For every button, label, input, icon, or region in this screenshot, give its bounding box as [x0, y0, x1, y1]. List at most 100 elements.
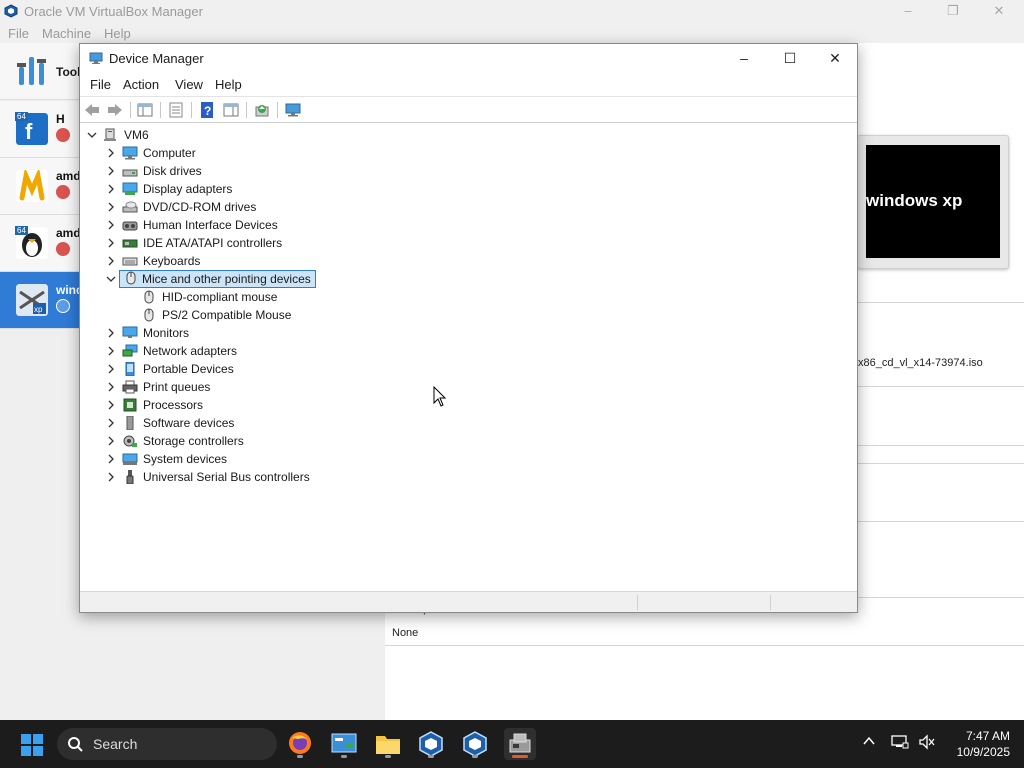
show-hidden-icons-icon[interactable]	[862, 734, 876, 748]
vbox-minimize-button[interactable]: –	[897, 2, 919, 20]
network-icon[interactable]	[891, 734, 909, 750]
tree-category[interactable]: Network adapters	[80, 342, 857, 360]
chevron-down-icon[interactable]	[105, 273, 117, 285]
minimize-button[interactable]: –	[721, 44, 767, 73]
menu-help[interactable]: Help	[215, 77, 242, 92]
taskbar-device-manager[interactable]	[504, 728, 536, 760]
chevron-right-icon[interactable]	[105, 345, 117, 357]
chevron-right-icon[interactable]	[105, 327, 117, 339]
tree-category-label: Monitors	[143, 326, 190, 340]
virtualbox-title: Oracle VM VirtualBox Manager	[24, 4, 203, 19]
virtualbox-menubar: File Machine Help	[0, 23, 1024, 43]
tree-category[interactable]: Display adapters	[80, 180, 857, 198]
chevron-right-icon[interactable]	[105, 435, 117, 447]
chevron-right-icon[interactable]	[105, 183, 117, 195]
vm-preview-text: windows xp	[866, 191, 963, 210]
taskbar-search[interactable]: Search	[57, 728, 277, 760]
action-pane-icon[interactable]	[222, 101, 240, 119]
volume-muted-icon[interactable]	[918, 734, 936, 750]
tree-category[interactable]: Processors	[80, 396, 857, 414]
scan-hardware-changes-icon[interactable]	[284, 101, 302, 119]
svg-text:?: ?	[204, 104, 211, 118]
tree-category[interactable]: System devices	[80, 450, 857, 468]
taskbar-virtualbox[interactable]	[415, 728, 447, 760]
tree-category[interactable]: Monitors	[80, 324, 857, 342]
virtualbox-logo-icon	[4, 4, 18, 18]
help-icon[interactable]: ?	[198, 101, 216, 119]
vbox-menu-file[interactable]: File	[8, 26, 29, 41]
toolbar-separator	[130, 102, 131, 118]
description-value: None	[392, 627, 419, 639]
chevron-right-icon[interactable]	[105, 399, 117, 411]
clock-date[interactable]: 10/9/2025	[940, 745, 1010, 759]
tree-category[interactable]: Portable Devices	[80, 360, 857, 378]
device-manager-titlebar[interactable]: Device Manager – ☐ ✕	[80, 44, 857, 73]
update-driver-icon[interactable]	[253, 101, 271, 119]
tree-device[interactable]: HID-compliant mouse	[80, 288, 857, 306]
running-indicator	[472, 755, 478, 758]
running-indicator	[428, 755, 434, 758]
chevron-right-icon[interactable]	[105, 201, 117, 213]
computer-icon	[122, 146, 138, 160]
tree-root[interactable]: VM6	[80, 126, 857, 144]
close-button[interactable]: ✕	[812, 44, 858, 73]
tree-category-label: Human Interface Devices	[143, 218, 278, 232]
menu-action[interactable]: Action	[123, 77, 159, 92]
chevron-right-icon[interactable]	[105, 147, 117, 159]
vbox-close-button[interactable]: ✕	[988, 2, 1010, 20]
portable-device-icon	[125, 362, 135, 376]
chevron-right-icon[interactable]	[105, 363, 117, 375]
chevron-down-icon[interactable]	[86, 129, 98, 141]
tree-category[interactable]: Universal Serial Bus controllers	[80, 468, 857, 486]
chevron-right-icon[interactable]	[105, 237, 117, 249]
tree-category-label: Keyboards	[143, 254, 201, 268]
vm-preview: windows xp	[857, 135, 1009, 269]
chevron-right-icon[interactable]	[105, 219, 117, 231]
properties-icon[interactable]	[167, 101, 185, 119]
menu-file[interactable]: File	[90, 77, 111, 92]
chevron-right-icon[interactable]	[105, 255, 117, 267]
mouse-icon	[126, 271, 136, 285]
os-type-icon	[16, 170, 48, 202]
tree-device-label: PS/2 Compatible Mouse	[162, 308, 292, 322]
taskbar-firefox[interactable]	[284, 728, 316, 760]
taskbar-virtualbox-2[interactable]	[459, 728, 491, 760]
dvd-drive-icon	[122, 201, 138, 213]
windows-start-icon[interactable]	[20, 733, 44, 757]
back-icon[interactable]	[83, 101, 101, 119]
tree-category[interactable]: Storage controllers	[80, 432, 857, 450]
tree-category-selected[interactable]: Mice and other pointing devices	[80, 270, 857, 288]
tree-device-label: HID-compliant mouse	[162, 290, 278, 304]
vbox-menu-help[interactable]: Help	[104, 26, 131, 41]
vbox-restore-button[interactable]: ❐	[942, 2, 964, 20]
taskbar-file-explorer[interactable]	[372, 728, 404, 760]
show-hide-console-tree-icon[interactable]	[136, 101, 154, 119]
tree-category[interactable]: Software devices	[80, 414, 857, 432]
tree-category[interactable]: IDE ATA/ATAPI controllers	[80, 234, 857, 252]
tree-device[interactable]: PS/2 Compatible Mouse	[80, 306, 857, 324]
chevron-right-icon[interactable]	[105, 165, 117, 177]
windows-xp-os-icon: xp	[16, 284, 48, 316]
tree-category[interactable]: DVD/CD-ROM drives	[80, 198, 857, 216]
chevron-right-icon[interactable]	[105, 417, 117, 429]
vbox-menu-machine[interactable]: Machine	[42, 26, 91, 41]
tree-category-label: Computer	[143, 146, 196, 160]
tree-category-label: Network adapters	[143, 344, 238, 358]
tree-category-label: System devices	[143, 452, 228, 466]
tree-category[interactable]: Print queues	[80, 378, 857, 396]
tree-category[interactable]: Computer	[80, 144, 857, 162]
menu-view[interactable]: View	[175, 77, 203, 92]
clock-time[interactable]: 7:47 AM	[940, 729, 1010, 743]
tree-category[interactable]: Keyboards	[80, 252, 857, 270]
monitor-icon	[122, 326, 138, 338]
chevron-right-icon[interactable]	[105, 381, 117, 393]
maximize-button[interactable]: ☐	[767, 44, 813, 73]
storage-iso-text: x86_cd_vl_x14-73974.iso	[858, 357, 983, 369]
chevron-right-icon[interactable]	[105, 453, 117, 465]
printer-icon	[122, 380, 138, 394]
tree-category[interactable]: Human Interface Devices	[80, 216, 857, 234]
forward-icon[interactable]	[106, 101, 124, 119]
taskbar-control-panel[interactable]	[328, 728, 360, 760]
chevron-right-icon[interactable]	[105, 471, 117, 483]
tree-category[interactable]: Disk drives	[80, 162, 857, 180]
